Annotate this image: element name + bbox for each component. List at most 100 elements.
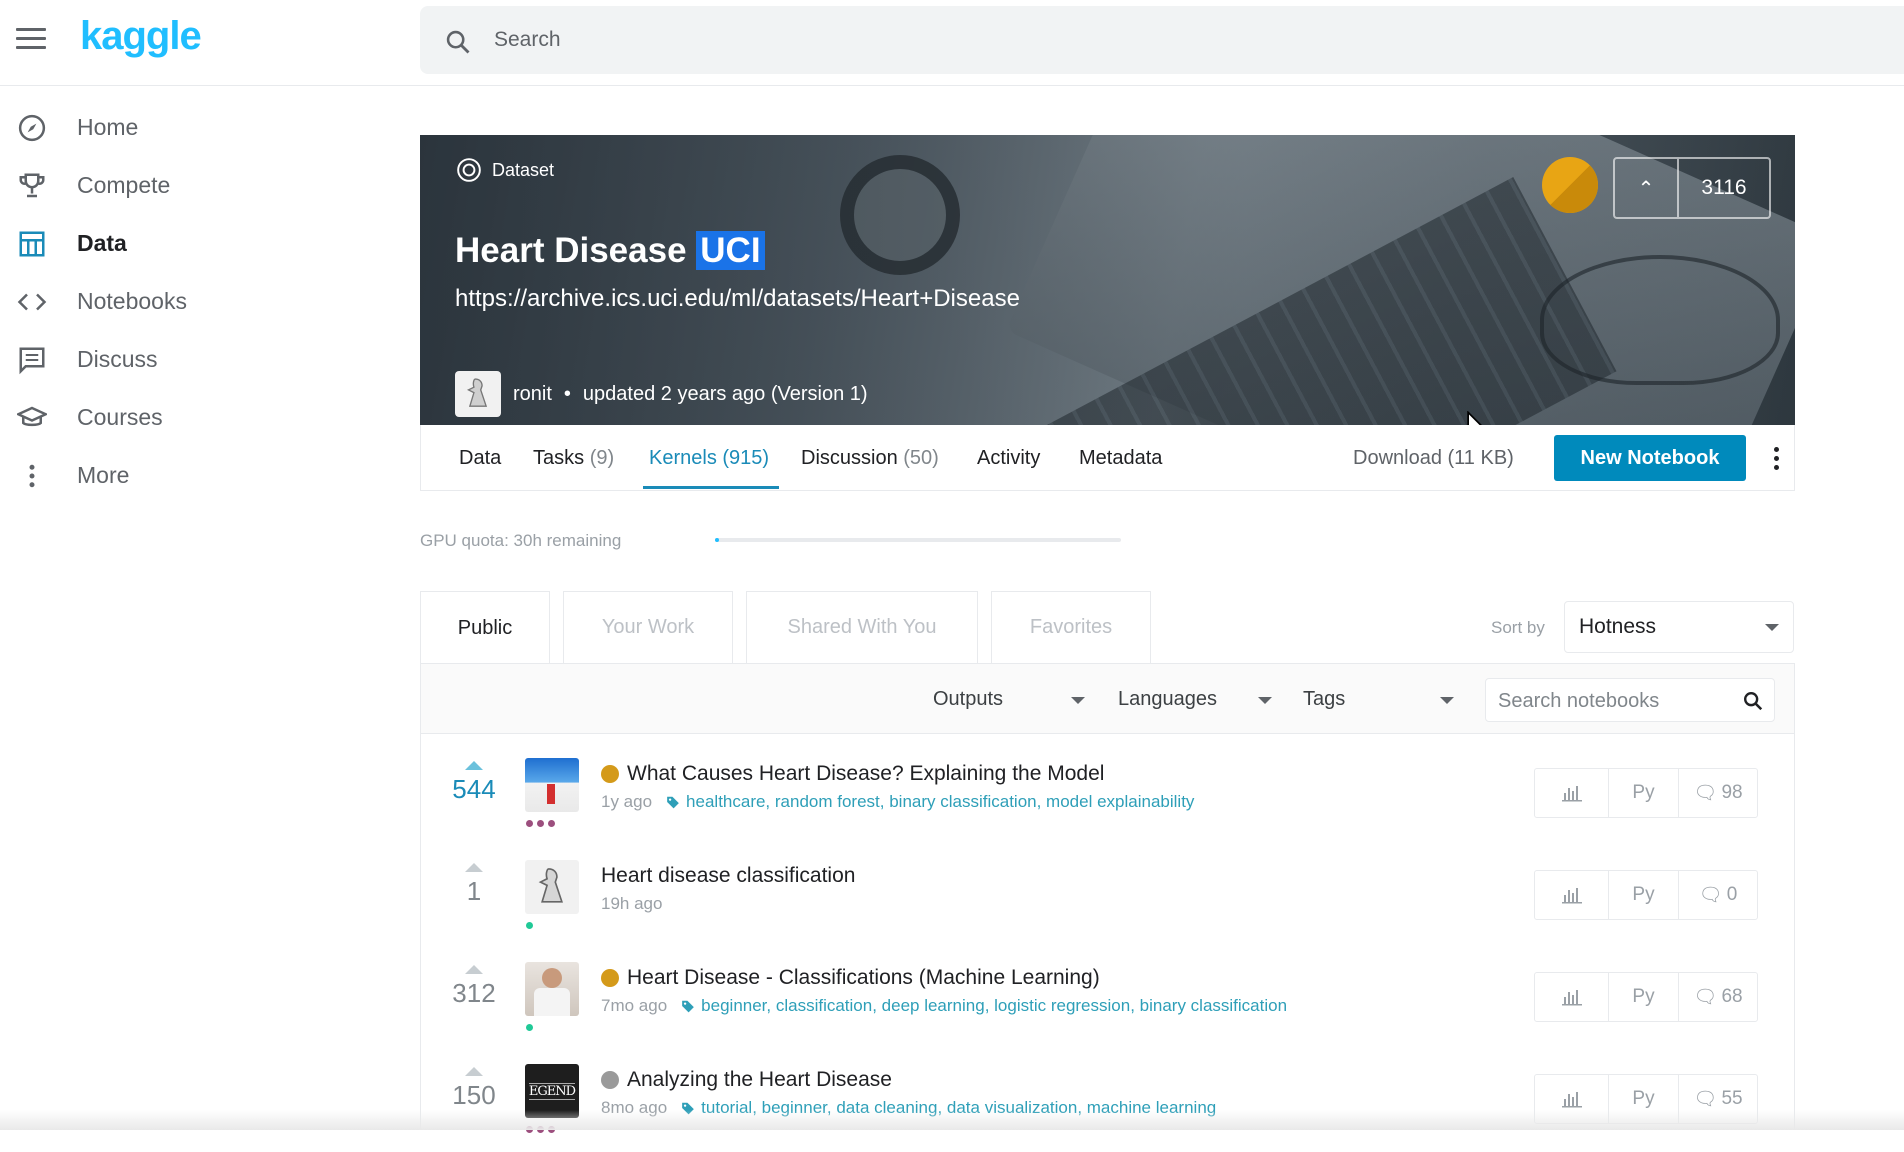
tab-count: (50) bbox=[903, 447, 939, 469]
vote-count: 544 bbox=[452, 774, 496, 804]
comments-button[interactable]: 🗨 68 bbox=[1679, 973, 1757, 1021]
languages-filter[interactable]: Languages bbox=[1118, 688, 1272, 711]
vote-count: 150 bbox=[452, 1080, 496, 1110]
search-placeholder: Search bbox=[494, 28, 561, 51]
search-icon bbox=[446, 30, 470, 54]
kernel-age: 1y ago bbox=[601, 792, 653, 811]
sidebar-item-label: Data bbox=[77, 229, 127, 256]
tab-activity[interactable]: Activity bbox=[977, 447, 1040, 470]
sidebar-item-more[interactable]: More bbox=[0, 446, 400, 504]
dataset-type-text: Dataset bbox=[492, 159, 555, 180]
tab-tasks[interactable]: Tasks (9) bbox=[533, 447, 614, 470]
chevron-down-icon bbox=[1765, 624, 1779, 631]
graduation-cap-icon bbox=[16, 403, 48, 433]
comment-icon: 🗨 bbox=[1698, 885, 1723, 906]
tier-dots bbox=[526, 922, 533, 929]
dataset-title-main: Heart Disease bbox=[455, 231, 687, 270]
more-options-icon[interactable] bbox=[1766, 439, 1786, 477]
author-name[interactable]: ronit bbox=[513, 383, 552, 406]
kernel-title[interactable]: What Causes Heart Disease? Explaining th… bbox=[601, 762, 1104, 786]
upvote-arrow-icon[interactable] bbox=[465, 1067, 483, 1076]
notebook-search-input[interactable]: Search notebooks bbox=[1485, 678, 1775, 722]
bottom-edge bbox=[0, 1110, 1904, 1130]
comment-count: 98 bbox=[1721, 782, 1743, 803]
tags-filter[interactable]: Tags bbox=[1303, 688, 1454, 711]
new-notebook-button[interactable]: New Notebook bbox=[1554, 435, 1746, 481]
language-badge[interactable]: Py bbox=[1609, 769, 1679, 817]
sidebar-item-label: Courses bbox=[77, 403, 163, 430]
comment-count: 68 bbox=[1721, 986, 1743, 1007]
bar-chart-icon[interactable] bbox=[1535, 769, 1609, 817]
language-badge[interactable]: Py bbox=[1609, 973, 1679, 1021]
tab-public[interactable]: Public bbox=[420, 591, 550, 664]
upvote-arrow-icon[interactable] bbox=[465, 965, 483, 974]
comments-button[interactable]: 🗨 98 bbox=[1679, 769, 1757, 817]
tier-dots bbox=[526, 1024, 533, 1031]
sort-value: Hotness bbox=[1579, 615, 1657, 638]
kernel-title[interactable]: Analyzing the Heart Disease bbox=[601, 1068, 892, 1092]
tab-shared-with-you[interactable]: Shared With You bbox=[746, 591, 978, 663]
tab-label: Activity bbox=[977, 447, 1041, 469]
tab-metadata[interactable]: Metadata bbox=[1079, 447, 1162, 470]
bar-chart-icon[interactable] bbox=[1535, 871, 1609, 919]
sidebar-item-label: Notebooks bbox=[77, 287, 187, 314]
outputs-filter[interactable]: Outputs bbox=[933, 688, 1085, 711]
kernel-actions: Py 🗨 98 bbox=[1534, 768, 1758, 818]
tag-icon bbox=[682, 1000, 695, 1013]
comment-icon: 🗨 bbox=[1693, 1089, 1718, 1110]
kernel-row[interactable]: 312 Heart Disease - Classifications (Mac… bbox=[421, 948, 1794, 1050]
thumbnail-logo: EGEND bbox=[528, 1082, 576, 1100]
dataset-icon bbox=[457, 158, 481, 182]
sidebar-item-home[interactable]: Home bbox=[0, 98, 400, 156]
kernel-row[interactable]: 1 Heart disease classification 19h ago P… bbox=[421, 846, 1794, 948]
sort-select[interactable]: Hotness bbox=[1564, 601, 1794, 653]
tab-discussion[interactable]: Discussion (50) bbox=[801, 447, 939, 470]
kernel-title-text: What Causes Heart Disease? Explaining th… bbox=[627, 762, 1105, 785]
kernel-title[interactable]: Heart Disease - Classifications (Machine… bbox=[601, 966, 1100, 990]
bar-chart-icon[interactable] bbox=[1535, 973, 1609, 1021]
download-button[interactable]: Download (11 KB) bbox=[1353, 447, 1514, 470]
mouse-cursor-icon bbox=[1467, 411, 1482, 425]
search-icon bbox=[1744, 692, 1763, 711]
tab-count: (915) bbox=[722, 447, 770, 469]
sidebar-item-data[interactable]: Data bbox=[0, 214, 400, 272]
tab-label: Metadata bbox=[1079, 447, 1163, 469]
kernel-thumbnail[interactable] bbox=[525, 962, 579, 1016]
kernel-actions: Py 🗨 0 bbox=[1534, 870, 1758, 920]
kernel-tags[interactable]: healthcare, random forest, binary classi… bbox=[686, 792, 1194, 812]
kernel-thumbnail[interactable] bbox=[525, 758, 579, 812]
comment-icon: 🗨 bbox=[1693, 987, 1718, 1008]
vote-count: 312 bbox=[452, 978, 496, 1008]
sidebar-item-courses[interactable]: Courses bbox=[0, 388, 400, 446]
sidebar: Home Compete Data Notebooks Discuss Cour… bbox=[0, 98, 400, 504]
sidebar-item-discuss[interactable]: Discuss bbox=[0, 330, 400, 388]
upvote-button[interactable]: ⌃ bbox=[1615, 159, 1679, 217]
author-avatar[interactable] bbox=[455, 371, 501, 417]
tab-kernels[interactable]: Kernels (915) bbox=[649, 447, 769, 470]
comment-count: 0 bbox=[1726, 884, 1738, 905]
language-badge[interactable]: Py bbox=[1609, 871, 1679, 919]
upvote-arrow-icon[interactable] bbox=[465, 863, 483, 872]
active-tab-indicator bbox=[643, 486, 779, 489]
code-icon bbox=[16, 287, 48, 317]
silver-medal-icon bbox=[601, 1071, 619, 1089]
filter-label: Tags bbox=[1303, 688, 1346, 710]
kernel-title[interactable]: Heart disease classification bbox=[601, 864, 855, 888]
hamburger-menu-icon[interactable] bbox=[16, 28, 46, 52]
search-input[interactable]: Search bbox=[420, 6, 1904, 74]
kernel-row[interactable]: 544 What Causes Heart Disease? Explainin… bbox=[421, 744, 1794, 846]
sidebar-item-compete[interactable]: Compete bbox=[0, 156, 400, 214]
kernel-row[interactable]: 150 EGEND Analyzing the Heart Disease 8m… bbox=[421, 1050, 1794, 1152]
tab-favorites[interactable]: Favorites bbox=[991, 591, 1151, 663]
tab-data[interactable]: Data bbox=[459, 447, 501, 470]
comments-button[interactable]: 🗨 0 bbox=[1679, 871, 1757, 919]
kernel-title-text: Analyzing the Heart Disease bbox=[627, 1068, 892, 1091]
comment-icon: 🗨 bbox=[1693, 783, 1718, 804]
tab-your-work[interactable]: Your Work bbox=[563, 591, 733, 663]
kaggle-logo[interactable]: kaggle bbox=[80, 14, 202, 59]
filter-row: Outputs Languages Tags Search notebooks bbox=[421, 664, 1794, 734]
sidebar-item-notebooks[interactable]: Notebooks bbox=[0, 272, 400, 330]
upvote-arrow-icon[interactable] bbox=[465, 761, 483, 770]
kernel-tags[interactable]: beginner, classification, deep learning,… bbox=[701, 996, 1287, 1016]
kernel-thumbnail[interactable] bbox=[525, 860, 579, 914]
